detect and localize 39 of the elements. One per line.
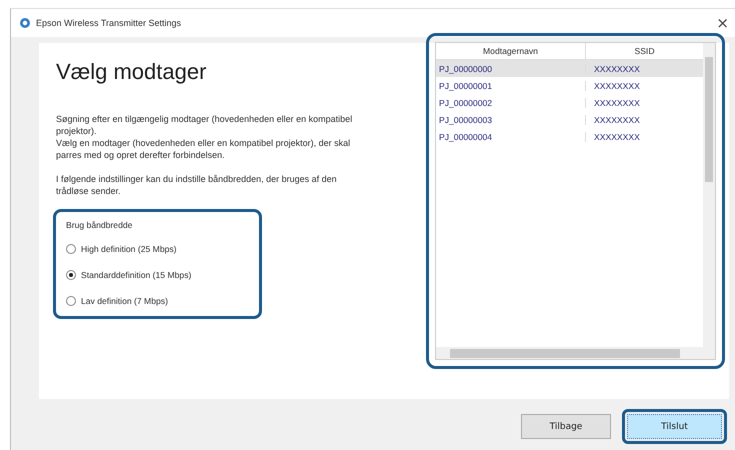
dialog-button[interactable]: Tilbage <box>521 414 611 439</box>
list-row[interactable]: PJ_00000000 XXXXXXXX <box>436 60 703 77</box>
table-cell-text: XXXXXXXX <box>593 98 641 108</box>
table-cell: PJ_00000003 <box>436 114 586 124</box>
table-cell-text: XXXXXXXX <box>593 132 641 142</box>
table-cell-text: XXXXXXXX <box>593 114 641 124</box>
column-header[interactable]: Modtagernavn <box>436 43 586 59</box>
vertical-scrollbar[interactable] <box>703 43 715 347</box>
table-cell: PJ_00000002 <box>436 98 586 108</box>
scroll-thumb[interactable] <box>705 57 713 182</box>
list-row[interactable]: PJ_00000002 XXXXXXXX <box>436 94 703 111</box>
radio-option[interactable]: Lav definition (7 Mbps) <box>66 296 251 306</box>
radio-option[interactable]: Standarddefinition (15 Mbps) <box>66 270 251 280</box>
description-text: I følgende indstillinger kan du indstille båndbredden, der bruges af den trådløse sender. <box>56 173 338 197</box>
list-row[interactable]: PJ_00000003 XXXXXXXX <box>436 111 703 128</box>
close-button[interactable]: × <box>710 14 735 32</box>
radio-button[interactable] <box>66 244 76 254</box>
list-row[interactable]: PJ_00000004 XXXXXXXX <box>436 128 703 145</box>
radio-button[interactable] <box>66 296 76 306</box>
description-text: Søgning efter en tilgængelig modtager (hovedenheden eller en kompatibel projektor). Vælg en modtager (hovedenheden eller en kompatibel projektor), der skal parres med og opret derefter forbindelsen. <box>56 113 354 161</box>
radio-button[interactable] <box>66 270 76 280</box>
radio-label: Lav definition (7 Mbps) <box>81 296 168 306</box>
radio-label: High definition (25 Mbps) <box>81 244 177 254</box>
table-cell: PJ_00000004 <box>436 132 586 142</box>
table-cell: PJ_00000001 <box>436 80 586 90</box>
column-header[interactable]: SSID <box>586 43 703 59</box>
list-row[interactable]: PJ_00000001 XXXXXXXX <box>436 77 703 94</box>
group-label: Brug båndbredde <box>66 220 134 230</box>
page-heading: Vælg modtager <box>56 59 208 85</box>
window-title: Epson Wireless Transmitter Settings <box>36 18 182 28</box>
radio-label: Standarddefinition (15 Mbps) <box>81 270 192 280</box>
radio-option[interactable]: High definition (25 Mbps) <box>66 244 251 254</box>
app-icon <box>19 17 31 29</box>
table-cell-text: XXXXXXXX <box>593 80 641 90</box>
dialog-button[interactable]: Tilslut <box>627 414 722 439</box>
horizontal-scrollbar[interactable] <box>436 347 715 359</box>
scroll-thumb[interactable] <box>450 348 680 358</box>
table-cell-text: XXXXXXXX <box>593 64 641 74</box>
table-cell: PJ_00000000 <box>436 64 586 74</box>
